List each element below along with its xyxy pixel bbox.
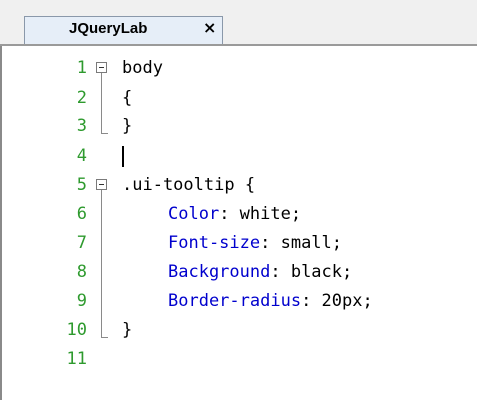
close-icon[interactable]: × (203, 18, 216, 37)
property-value: : black; (270, 262, 353, 282)
open-brace: { (122, 88, 133, 108)
code-line-10: } (122, 320, 132, 343)
close-brace: } (122, 320, 133, 340)
code-line-1: body (122, 58, 163, 81)
property-value: : 20px; (301, 291, 373, 311)
code-line-2: { (122, 88, 132, 111)
property-name: Color (168, 204, 220, 224)
code-line-5: .ui-tooltip { (122, 175, 255, 198)
tab-label: JQueryLab (69, 20, 148, 37)
text-cursor (122, 146, 124, 167)
property-name: Border-radius (168, 291, 302, 311)
close-brace: } (122, 116, 133, 136)
property-value: : small; (260, 233, 343, 253)
selector-body: body (122, 58, 163, 78)
selector-ui-tooltip: .ui-tooltip { (122, 175, 256, 195)
code-line-8: Background: black; (168, 262, 352, 285)
code-area[interactable]: body { } .ui-tooltip { Color: white; Fon… (2, 46, 477, 400)
code-line-9: Border-radius: 20px; (168, 291, 373, 314)
tab-strip: JQueryLab × (0, 0, 477, 46)
property-value: : white; (219, 204, 302, 224)
code-editor[interactable]: 1 2 3 4 5 6 7 8 9 10 11 body { } .ui-too… (0, 46, 477, 400)
code-line-3: } (122, 116, 132, 139)
code-line-7: Font-size: small; (168, 233, 342, 256)
code-line-6: Color: white; (168, 204, 301, 227)
property-name: Background (168, 262, 271, 282)
tab-jquerylab[interactable]: JQueryLab × (24, 16, 223, 44)
editor-window: JQueryLab × 1 2 3 4 5 6 7 8 9 10 11 body… (0, 0, 477, 400)
property-name: Font-size (168, 233, 261, 253)
